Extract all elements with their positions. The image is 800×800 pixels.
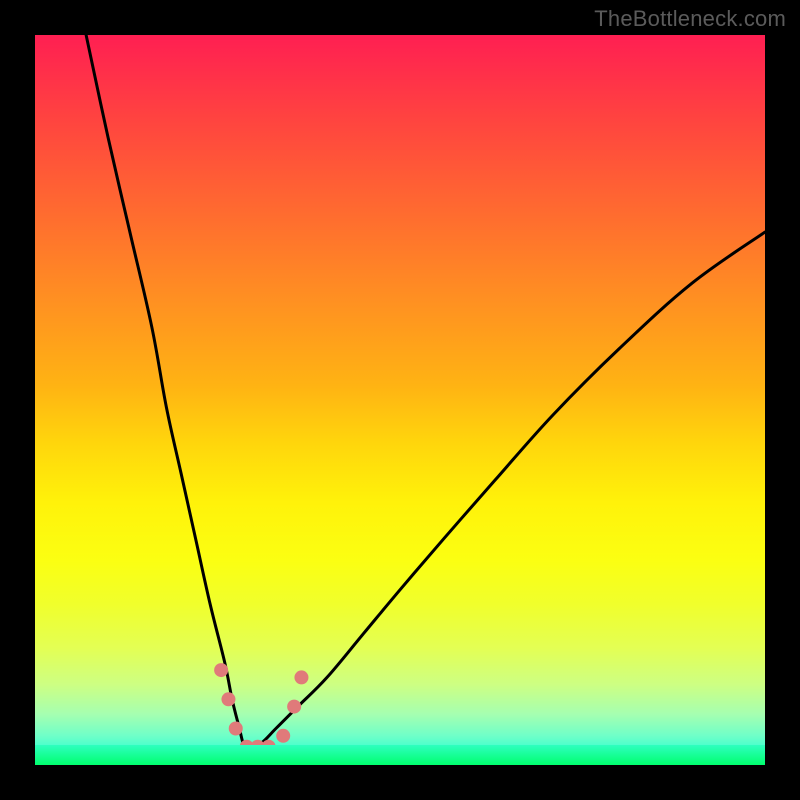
- marker-point: [229, 722, 243, 736]
- marker-point: [287, 700, 301, 714]
- left-branch-curve: [86, 35, 247, 750]
- bottleneck-curve: [35, 35, 765, 765]
- valley-band: [35, 745, 765, 765]
- marker-point: [221, 692, 235, 706]
- right-branch-curve: [247, 232, 765, 750]
- chart-container: TheBottleneck.com: [0, 0, 800, 800]
- marker-point: [294, 670, 308, 684]
- watermark-text: TheBottleneck.com: [594, 6, 786, 32]
- curve-paths: [86, 35, 765, 750]
- marker-point: [214, 663, 228, 677]
- marker-point: [276, 729, 290, 743]
- plot-area: [35, 35, 765, 765]
